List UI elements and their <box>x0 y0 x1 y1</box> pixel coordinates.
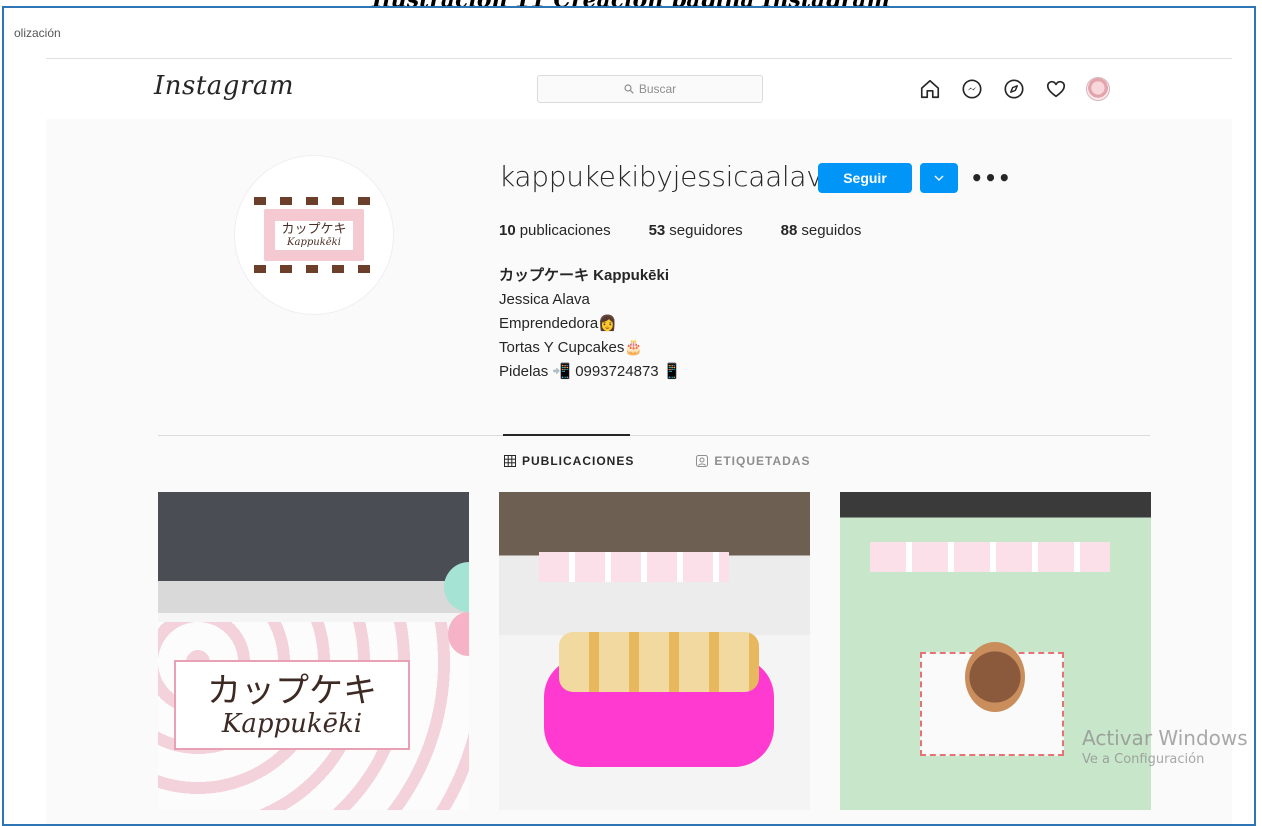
home-icon[interactable] <box>918 77 942 101</box>
grid-icon <box>504 455 516 467</box>
active-tab-indicator <box>503 434 630 436</box>
stat-followers[interactable]: 53 seguidores <box>649 222 743 239</box>
logo-japanese-text: カップケキ <box>281 221 347 237</box>
more-options-button[interactable]: ••• <box>970 163 1010 193</box>
profile-avatar[interactable] <box>1086 77 1110 101</box>
profile-picture[interactable]: カップケキ Kappukēki <box>234 155 394 315</box>
brand-logo-card: カップケキ Kappukēki <box>254 197 374 273</box>
profile-username: kappukekibyjessicaalava <box>499 160 840 193</box>
search-icon <box>624 84 634 94</box>
tab-etiquetadas[interactable]: ETIQUETADAS <box>696 454 810 468</box>
stat-following[interactable]: 88 seguidos <box>781 222 862 239</box>
tab-publicaciones[interactable]: PUBLICACIONES <box>504 454 634 468</box>
bio-line: Tortas Y Cupcakes🎂 <box>499 339 644 356</box>
instagram-header: Instagram Buscar <box>46 58 1232 120</box>
post-banner-sign: カップケキ Kappukēki <box>174 660 410 750</box>
search-placeholder: Buscar <box>638 82 677 96</box>
suggestions-dropdown-button[interactable] <box>920 163 958 193</box>
instagram-logo[interactable]: Instagram <box>154 71 294 101</box>
bio-name: カップケーキ Kappukēki <box>499 267 670 284</box>
post-thumbnail[interactable]: カップケキ Kappukēki <box>158 492 469 810</box>
profile-divider <box>158 435 1150 436</box>
profile-tabs: PUBLICACIONES ETIQUETADAS <box>504 454 810 468</box>
profile-stats: 10 publicaciones 53 seguidores 88 seguidos <box>499 222 861 239</box>
messenger-icon[interactable] <box>960 77 984 101</box>
follow-button[interactable]: Seguir <box>818 163 912 193</box>
post-thumbnail[interactable] <box>840 492 1151 810</box>
nav-icons <box>918 77 1110 101</box>
profile-bio: カップケーキ Kappukēki Jessica Alava Emprended… <box>499 264 681 384</box>
profile-page: カップケキ Kappukēki kappukekibyjessicaalava … <box>46 119 1232 824</box>
bio-line: Emprendedora👩 <box>499 315 617 332</box>
search-input[interactable]: Buscar <box>537 75 763 103</box>
stat-posts[interactable]: 10 publicaciones <box>499 222 611 239</box>
browser-breadcrumb: olización <box>14 26 61 40</box>
bio-line: Pidelas 📲 0993724873 📱 <box>499 363 682 380</box>
logo-english-text: Kappukēki <box>287 236 341 248</box>
heart-icon[interactable] <box>1044 77 1068 101</box>
chevron-down-icon <box>934 175 944 181</box>
avatar <box>1086 77 1110 101</box>
post-thumbnail[interactable] <box>499 492 810 810</box>
screenshot-frame: olización Instagram Buscar カップケキ Kappukē… <box>2 6 1256 826</box>
bio-line: Jessica Alava <box>499 291 590 308</box>
tagged-icon <box>696 455 709 467</box>
explore-icon[interactable] <box>1002 77 1026 101</box>
